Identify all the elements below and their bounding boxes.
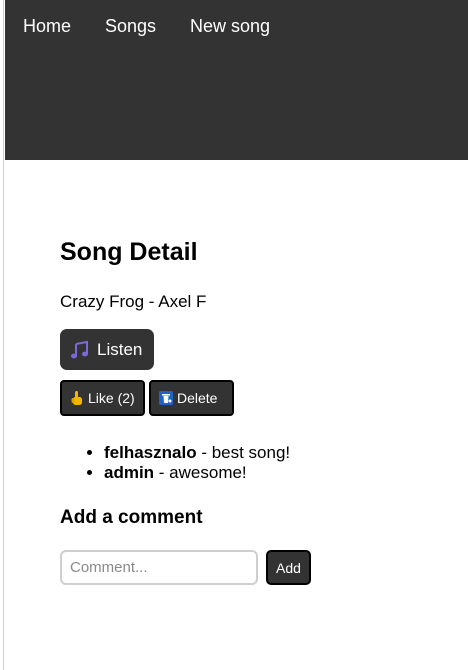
nav-home-link[interactable]: Home (23, 15, 71, 37)
pointing-hand-icon (70, 390, 84, 406)
comment-author: admin (104, 463, 155, 482)
add-comment-button[interactable]: Add (266, 550, 311, 585)
page-left-border (0, 0, 4, 670)
add-comment-heading: Add a comment (60, 507, 203, 528)
comment-author: felhasznalo (104, 443, 197, 462)
comment-text: awesome! (169, 463, 247, 482)
song-title: Crazy Frog - Axel F (60, 292, 207, 311)
trash-icon (159, 390, 173, 406)
comment-text: best song! (211, 443, 291, 462)
like-button[interactable]: Like (2) (60, 380, 145, 416)
like-button-label: Like (2) (88, 390, 135, 406)
nav-new-song-link[interactable]: New song (190, 15, 270, 37)
delete-button[interactable]: Delete (149, 380, 234, 416)
comment-separator: - (154, 463, 170, 482)
listen-button-label: Listen (97, 339, 143, 359)
page-title: Song Detail (60, 238, 198, 266)
delete-button-label: Delete (177, 390, 218, 406)
comment-item: admin - awesome! (104, 463, 290, 483)
top-navbar: Home Songs New song (5, 0, 468, 160)
nav-songs-link[interactable]: Songs (105, 15, 156, 37)
listen-button[interactable]: Listen (60, 329, 154, 370)
comment-input[interactable] (60, 550, 258, 585)
comment-item: felhasznalo - best song! (104, 443, 290, 463)
comment-separator: - (196, 443, 212, 462)
comment-list: felhasznalo - best song! admin - awesome… (84, 443, 290, 483)
musical-note-icon (70, 340, 90, 360)
